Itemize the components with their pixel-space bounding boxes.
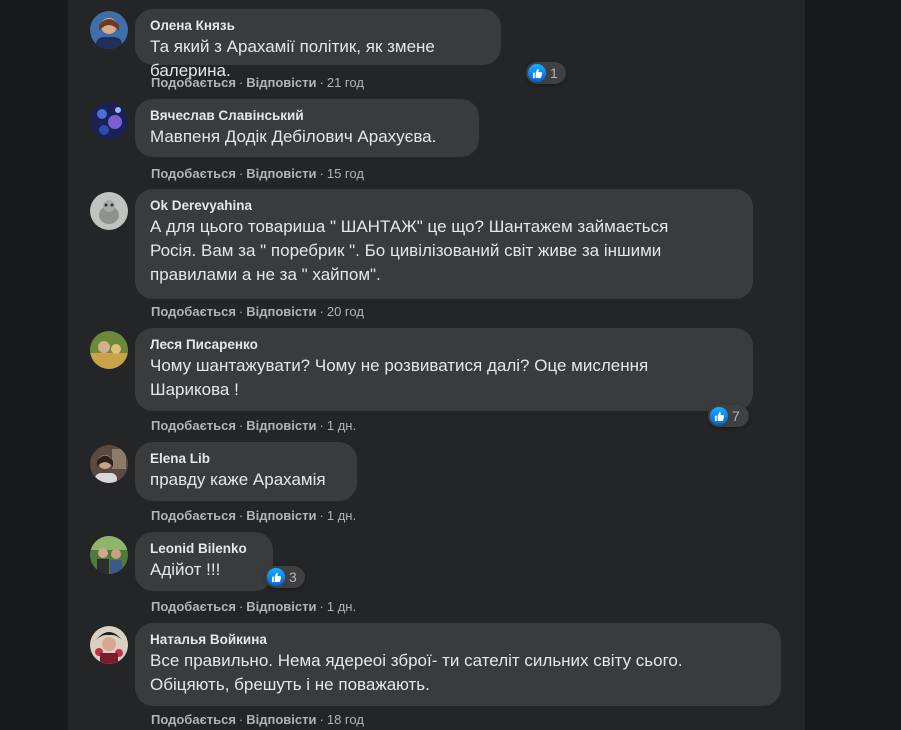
reaction-count: 7 (732, 408, 740, 424)
reply-button[interactable]: Відповісти (246, 712, 316, 727)
comment-text: Чому шантажувати? Чому не розвиватися да… (150, 356, 649, 399)
reply-button[interactable]: Відповісти (246, 304, 316, 319)
like-button[interactable]: Подобається (151, 712, 236, 727)
avatar[interactable] (90, 445, 128, 483)
separator: · (319, 75, 324, 90)
timestamp[interactable]: 15 год (327, 166, 364, 181)
like-button[interactable]: Подобається (151, 166, 236, 181)
reaction-badge[interactable]: 7 (708, 405, 749, 427)
timestamp[interactable]: 1 дн. (327, 418, 356, 433)
comment-actions: Подобається · Відповісти · 15 год (151, 166, 364, 182)
comment-bubble: Олена Князь Та який з Арахамії політик, … (135, 9, 501, 80)
like-thumb-icon (710, 407, 728, 425)
timestamp[interactable]: 20 год (327, 304, 364, 319)
separator: · (319, 166, 324, 181)
reaction-count: 3 (289, 569, 297, 585)
avatar[interactable] (90, 11, 128, 49)
separator: · (238, 508, 244, 523)
timestamp[interactable]: 1 дн. (327, 508, 356, 523)
reply-button[interactable]: Відповісти (246, 418, 316, 433)
like-button[interactable]: Подобається (151, 304, 236, 319)
separator: · (319, 418, 324, 433)
comment-actions: Подобається · Відповісти · 18 год (151, 712, 364, 728)
comment-bubble: Leonid Bilenko Адійот !!! (135, 532, 273, 591)
like-button[interactable]: Подобається (151, 508, 236, 523)
comment-author[interactable]: Вячеслав Славінський (150, 107, 467, 125)
separator: · (238, 75, 244, 90)
comment-actions: Подобається · Відповісти · 20 год (151, 304, 364, 320)
avatar[interactable] (90, 626, 128, 664)
like-button[interactable]: Подобається (151, 418, 236, 433)
comment-actions: Подобається · Відповісти · 1 дн. (151, 418, 356, 434)
separator: · (238, 599, 244, 614)
separator: · (238, 418, 244, 433)
comment-bubble: Леся Писаренко Чому шантажувати? Чому не… (135, 328, 753, 411)
comment-text: Адійот !!! (150, 560, 221, 579)
reaction-badge[interactable]: 3 (265, 566, 305, 588)
like-button[interactable]: Подобається (151, 75, 236, 90)
comment-text: Мавпеня Додік Дебілович Арахуєва. (150, 127, 437, 146)
avatar[interactable] (90, 331, 128, 369)
reply-button[interactable]: Відповісти (246, 166, 316, 181)
reply-button[interactable]: Відповісти (246, 599, 316, 614)
separator: · (319, 304, 324, 319)
separator: · (319, 712, 324, 727)
comment-actions: Подобається · Відповісти · 21 год (151, 75, 364, 91)
comment-bubble: Ok Derevyahina А для цього товариша " ША… (135, 189, 753, 299)
like-button[interactable]: Подобається (151, 599, 236, 614)
comment-author[interactable]: Олена Князь (150, 17, 489, 35)
comment-text: Все правильно. Нема ядереоі зброї- ти са… (150, 651, 683, 694)
like-thumb-icon (267, 568, 285, 586)
comment-actions: Подобається · Відповісти · 1 дн. (151, 508, 356, 524)
separator: · (319, 508, 324, 523)
comment-text: А для цього товариша " ШАНТАЖ" це що? Ша… (150, 217, 669, 284)
timestamp[interactable]: 1 дн. (327, 599, 356, 614)
comment-author[interactable]: Леся Писаренко (150, 336, 741, 354)
timestamp[interactable]: 18 год (327, 712, 364, 727)
comment-text: правду каже Арахамія (150, 470, 326, 489)
comment-author[interactable]: Ok Derevyahina (150, 197, 741, 215)
timestamp[interactable]: 21 год (327, 75, 364, 90)
separator: · (238, 166, 244, 181)
separator: · (238, 712, 244, 727)
avatar[interactable] (90, 192, 128, 230)
comment-author[interactable]: Elena Lib (150, 450, 345, 468)
avatar[interactable] (90, 536, 128, 574)
comment-actions: Подобається · Відповісти · 1 дн. (151, 599, 356, 615)
comment-bubble: Elena Lib правду каже Арахамія (135, 442, 357, 501)
comment-author[interactable]: Leonid Bilenko (150, 540, 261, 558)
reaction-count: 1 (550, 65, 558, 81)
avatar[interactable] (90, 102, 128, 140)
comment-bubble: Наталья Войкина Все правильно. Нема ядер… (135, 623, 781, 706)
reaction-badge[interactable]: 1 (526, 62, 566, 84)
reply-button[interactable]: Відповісти (246, 75, 316, 90)
comments-feed: Олена Князь Та який з Арахамії політик, … (68, 0, 805, 730)
like-thumb-icon (528, 64, 546, 82)
reply-button[interactable]: Відповісти (246, 508, 316, 523)
separator: · (238, 304, 244, 319)
comment-bubble: Вячеслав Славінський Мавпеня Додік Дебіл… (135, 99, 479, 157)
comment-author[interactable]: Наталья Войкина (150, 631, 769, 649)
separator: · (319, 599, 324, 614)
